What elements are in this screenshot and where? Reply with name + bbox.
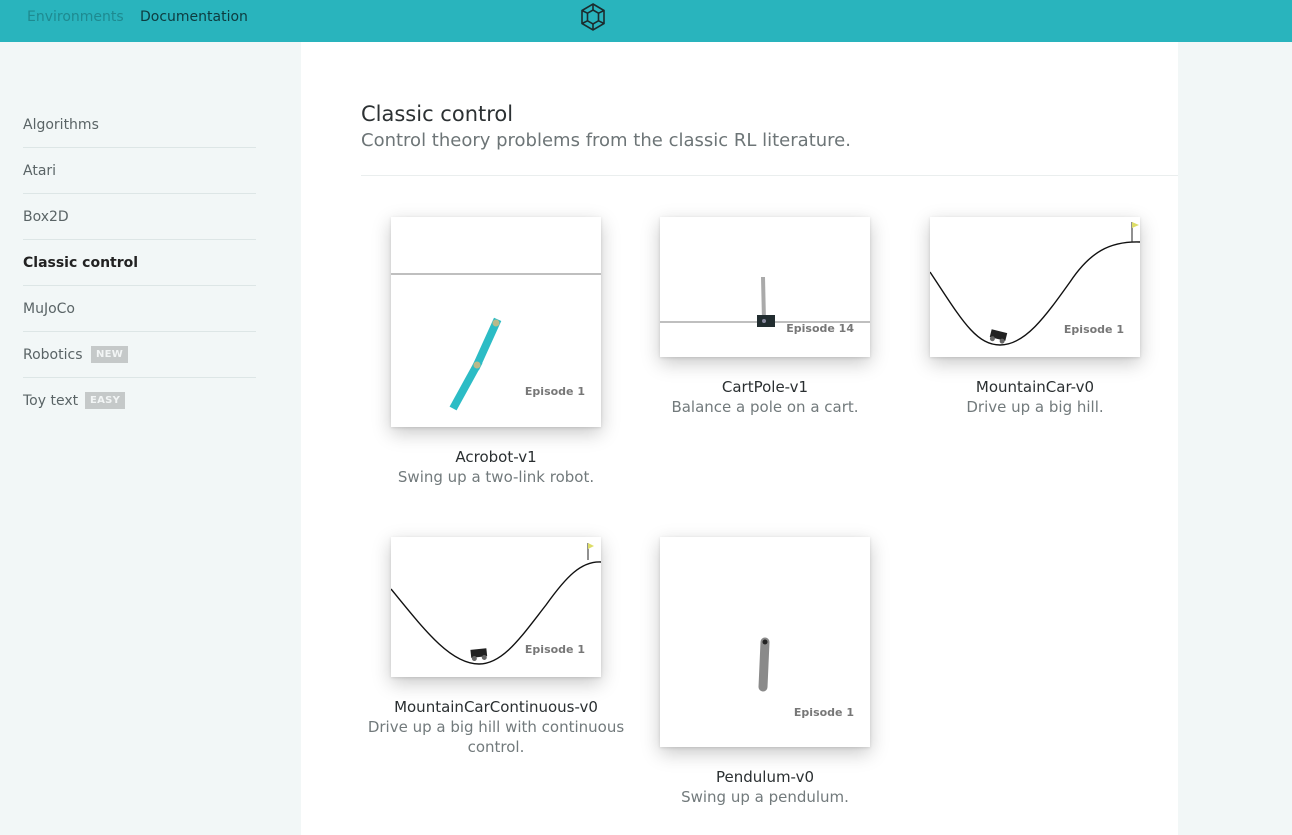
env-card-mountaincar[interactable]: Episode 1 MountainCar-v0 Drive up a big … (900, 217, 1170, 417)
env-name: CartPole-v1 (721, 378, 809, 396)
env-card-pendulum[interactable]: Episode 1 Pendulum-v0 Swing up a pendulu… (630, 537, 900, 807)
sidebar-item-label: Toy text (23, 393, 79, 409)
env-preview-pendulum: Episode 1 (660, 537, 870, 747)
env-name: MountainCar-v0 (975, 378, 1095, 396)
openai-logo-icon[interactable] (577, 1, 609, 33)
sidebar-item-atari[interactable]: Atari (23, 147, 256, 194)
easy-badge: EASY (85, 392, 126, 409)
env-name: Acrobot-v1 (455, 448, 537, 466)
env-description: Drive up a big hill. (966, 398, 1104, 416)
page-subtitle: Control theory problems from the classic… (361, 130, 851, 151)
page-title: Classic control (361, 102, 514, 126)
env-description: Swing up a pendulum. (681, 788, 849, 806)
top-nav-bar: Environments Documentation (0, 0, 1292, 42)
env-description: Balance a pole on a cart. (671, 398, 859, 416)
nav-documentation-link[interactable]: Documentation (140, 8, 248, 26)
sidebar-item-label: Robotics (23, 347, 83, 363)
main-content: Classic control Control theory problems … (301, 42, 1178, 835)
env-description: Swing up a two-link robot. (397, 468, 595, 486)
episode-counter: Episode 1 (524, 385, 585, 398)
env-preview-acrobot: Episode 1 (391, 217, 601, 427)
env-card-cartpole[interactable]: Episode 14 CartPole-v1 Balance a pole on… (630, 217, 900, 417)
env-card-mountaincarcontinuous[interactable]: Episode 1 MountainCarContinuous-v0 Drive… (361, 537, 631, 757)
nav-environments-link[interactable]: Environments (27, 8, 124, 26)
sidebar-item-mujoco[interactable]: MuJoCo (23, 285, 256, 332)
env-name: MountainCarContinuous-v0 (394, 698, 598, 716)
episode-counter: Episode 14 (786, 322, 854, 335)
sidebar-item-label: Classic control (23, 255, 139, 271)
episode-counter: Episode 1 (524, 643, 585, 656)
sidebar-item-label: MuJoCo (23, 301, 75, 317)
divider (361, 175, 1178, 176)
env-name: Pendulum-v0 (716, 768, 814, 786)
env-description: Drive up a big hill with continuous cont… (367, 718, 625, 756)
sidebar: Algorithms Atari Box2D Classic control M… (0, 42, 300, 835)
env-preview-mountaincar: Episode 1 (930, 217, 1140, 357)
sidebar-item-toy-text[interactable]: Toy text EASY (23, 377, 256, 423)
env-preview-mountaincarcontinuous: Episode 1 (391, 537, 601, 677)
env-preview-cartpole: Episode 14 (660, 217, 870, 357)
sidebar-item-robotics[interactable]: Robotics NEW (23, 331, 256, 378)
sidebar-item-algorithms[interactable]: Algorithms (23, 101, 256, 148)
new-badge: NEW (91, 346, 129, 363)
episode-counter: Episode 1 (1063, 323, 1124, 336)
sidebar-item-box2d[interactable]: Box2D (23, 193, 256, 240)
sidebar-item-classic-control[interactable]: Classic control (23, 239, 256, 286)
sidebar-item-label: Box2D (23, 209, 69, 225)
sidebar-item-label: Algorithms (23, 117, 99, 133)
episode-counter: Episode 1 (793, 706, 854, 719)
sidebar-item-label: Atari (23, 163, 57, 179)
env-card-acrobot[interactable]: Episode 1 Acrobot-v1 Swing up a two-link… (361, 217, 631, 487)
